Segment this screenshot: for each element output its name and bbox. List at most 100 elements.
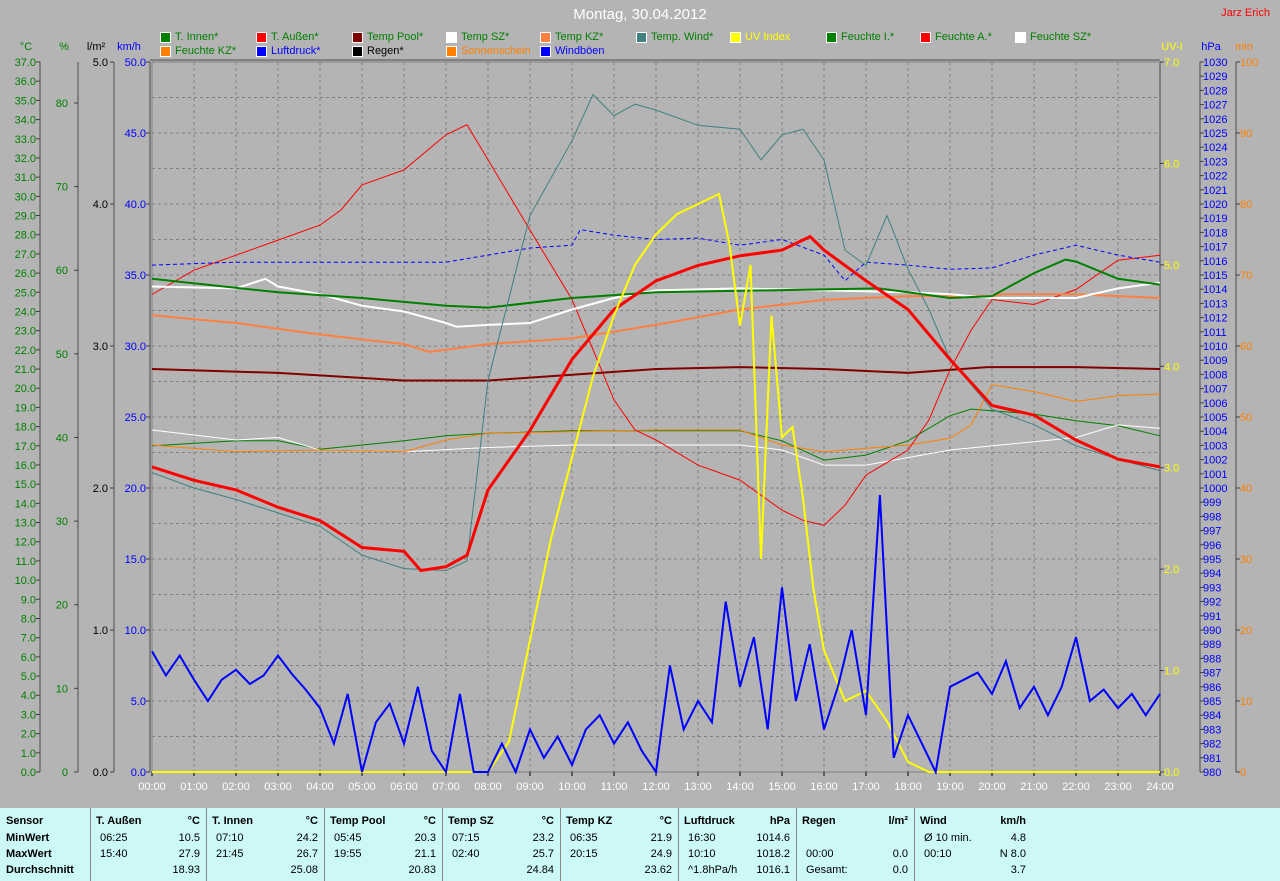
column-unit: km/h [1000,815,1026,827]
cell-value: 24.84 [526,864,554,876]
cell-label: 21:45 [216,848,244,860]
table-column: T. Außen °C 06:25 10.5 15:40 27.9 18.93 [90,808,207,881]
axis-tick-label: 18.0 [15,422,36,434]
axis-tick-label: 50 [56,349,68,361]
table-column: Wind km/h Ø 10 min. 4.8 00:10 N 8.0 3.7 [914,808,1032,881]
cell-label: ^1.8hPa/h [688,864,738,876]
axis-tick-label: 14.0 [15,498,36,510]
axis-tick-label: 50 [1240,412,1252,424]
axis-tick-label: 10.0 [125,625,146,637]
cell-value: 24.2 [296,832,318,844]
axis-tick-label: 30 [56,516,68,528]
axis-tick-label: 33.0 [15,134,36,146]
axis-tick-label: 1005 [1203,412,1227,424]
column-title: Luftdruck [684,815,735,827]
axis-tick-label: 1010 [1203,341,1227,353]
x-tick-label: 21:00 [1020,781,1048,793]
axis-tick-label: 12.0 [15,537,36,549]
axis-tick-label: 80 [1240,199,1252,211]
axis-tick-label: 100 [1240,57,1258,69]
axis-tick-label: 5.0 [1164,260,1179,272]
axis-tick-label: 17.0 [15,441,36,453]
column-unit: °C [187,815,200,827]
axis-tick-label: 1021 [1203,185,1227,197]
axis-unit-rain: l/m² [87,41,106,53]
axis-tick-label: 981 [1203,753,1221,765]
table-column: Temp Pool °C 05:45 20.3 19:55 21.1 20.83 [324,808,443,881]
axis-tick-label: 993 [1203,582,1221,594]
x-tick-label: 22:00 [1062,781,1090,793]
axis-tick-label: 1026 [1203,114,1227,126]
axis-tick-label: 1.0 [21,748,36,760]
axis-tick-label: 1.0 [1164,666,1179,678]
column-unit: hPa [769,815,790,827]
column-unit: l/m² [888,815,908,827]
axis-tick-label: 9.0 [21,594,36,606]
table-column: Temp KZ °C 06:35 21.9 20:15 24.9 23.62 [560,808,679,881]
cell-value: 25.08 [290,864,318,876]
x-tick-label: 11:00 [601,781,628,793]
axis-tick-label: 1002 [1203,455,1227,467]
axis-unit-uv: UV-I [1161,41,1182,53]
axis-tick-label: 4.0 [1164,361,1179,373]
x-tick-label: 14:00 [726,781,754,793]
axis-tick-label: 1025 [1203,128,1227,140]
column-unit: °C [659,815,672,827]
axis-tick-label: 80 [56,98,68,110]
axis-tick-label: 27.0 [15,249,36,261]
axis-tick-label: 29.0 [15,211,36,223]
axis-tick-label: 5.0 [93,57,108,69]
cell-value: 1014.6 [756,832,790,844]
table-column: T. Innen °C 07:10 24.2 21:45 26.7 25.08 [206,808,325,881]
axis-tick-label: 40 [1240,483,1252,495]
x-tick-label: 20:00 [978,781,1006,793]
axis-tick-label: 1016 [1203,256,1227,268]
axis-tick-label: 982 [1203,739,1221,751]
axis-tick-label: 986 [1203,682,1221,694]
column-title: Temp SZ [448,815,494,827]
axis-unit-temp: °C [20,41,32,53]
cell-label: 06:25 [100,832,128,844]
x-tick-label: 17:00 [852,781,880,793]
axis-tick-label: 50.0 [125,57,146,69]
axis-tick-label: 40 [56,432,68,444]
axis-tick-label: 3.0 [1164,463,1179,475]
x-tick-label: 10:00 [558,781,586,793]
axis-tick-label: 15.0 [15,479,36,491]
cell-value: 4.8 [1010,832,1026,844]
axis-tick-label: 989 [1203,639,1221,651]
axis-tick-label: 1008 [1203,369,1227,381]
axis-tick-label: 20.0 [125,483,146,495]
axis-tick-label: 2.0 [93,483,108,495]
axis-tick-label: 1020 [1203,199,1227,211]
x-tick-label: 24:00 [1146,781,1174,793]
axis-tick-label: 3.0 [21,709,36,721]
axis-tick-label: 1023 [1203,156,1227,168]
axis-tick-label: 16.0 [15,460,36,472]
axis-tick-label: 994 [1203,568,1221,580]
axis-tick-label: 995 [1203,554,1221,566]
cell-label: Gesamt: [806,864,848,876]
x-tick-label: 23:00 [1104,781,1132,793]
axis-tick-label: 11.0 [15,556,36,568]
cell-value: 20.3 [414,832,436,844]
axis-tick-label: 10 [1240,696,1252,708]
axis-tick-label: 24.0 [15,306,36,318]
column-title: T. Innen [212,815,253,827]
axis-tick-label: 30.0 [15,191,36,203]
cell-value: 23.62 [644,864,672,876]
axis-unit-sun: min [1235,41,1253,53]
axis-tick-label: 35.0 [125,270,146,282]
axis-tick-label: 6.0 [1164,158,1179,170]
axis-tick-label: 10 [56,683,68,695]
cell-value: 21.9 [650,832,672,844]
x-tick-label: 04:00 [306,781,334,793]
axis-tick-label: 1014 [1203,284,1227,296]
cell-label: 15:40 [100,848,128,860]
cell-label: 00:00 [806,848,834,860]
statistics-table: Sensor MinWert MaxWert Durchschnitt T. Außen… [0,808,1280,881]
axis-tick-label: 34.0 [15,115,36,127]
axis-tick-label: 32.0 [15,153,36,165]
axis-tick-label: 992 [1203,597,1221,609]
axis-tick-label: 0 [62,767,68,779]
